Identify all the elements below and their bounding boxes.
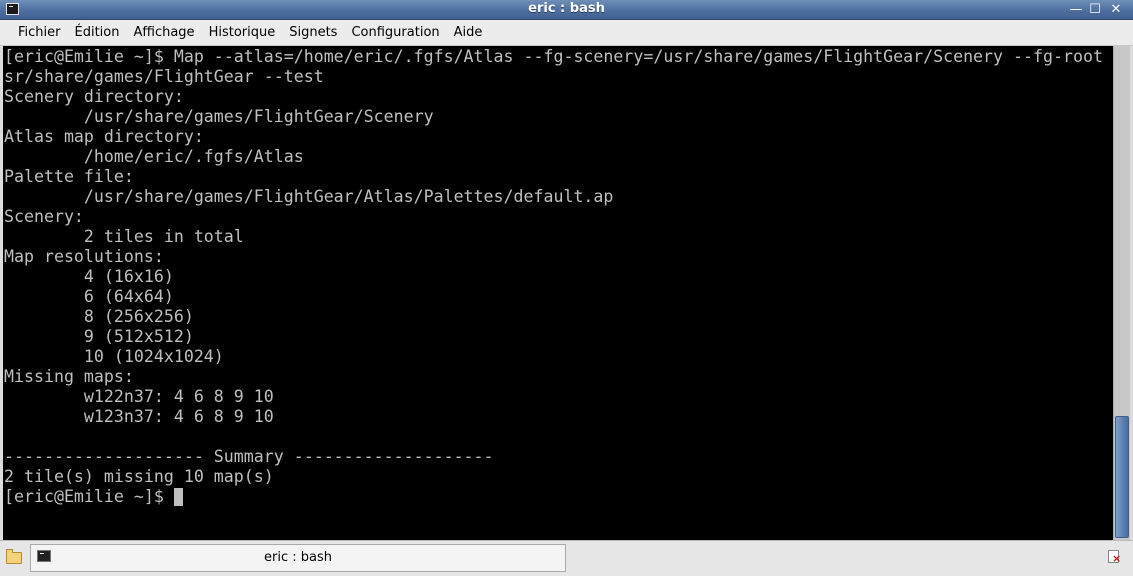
terminal-line: 9 (512x512) [4,327,194,346]
folder-icon[interactable] [6,549,24,565]
menu-bar: Fichier Édition Affichage Historique Sig… [0,20,1133,46]
menu-configuration[interactable]: Configuration [344,21,446,45]
terminal-line: Missing maps: [4,367,134,386]
terminal-line: 2 tiles in total [4,227,244,246]
terminal-line: Atlas map directory: [4,127,204,146]
terminal-line: /usr/share/games/FlightGear/Scenery [4,107,434,126]
terminal-line: 6 (64x64) [4,287,174,306]
terminal-line: sr/share/games/FlightGear --test [4,67,324,86]
terminal-scrollbar[interactable] [1113,46,1130,540]
menu-affichage[interactable]: Affichage [126,21,201,45]
menu-historique[interactable]: Historique [202,21,283,45]
taskbar-task-button[interactable]: eric : bash [30,544,566,572]
menu-fichier[interactable]: Fichier [11,21,68,45]
terminal-line: /usr/share/games/FlightGear/Atlas/Palett… [4,187,614,206]
terminal-line: /home/eric/.fgfs/Atlas [4,147,304,166]
menu-aide[interactable]: Aide [447,21,490,45]
terminal-line: 4 (16x16) [4,267,174,286]
terminal-line: -------------------- Summary -----------… [4,447,494,466]
minimize-button[interactable]: — [1068,2,1084,18]
terminal-prompt-line[interactable]: [eric@Emilie ~]$ [4,487,1103,507]
menu-signets[interactable]: Signets [282,21,344,45]
terminal-line: 2 tile(s) missing 10 map(s) [4,467,274,486]
terminal-prompt: [eric@Emilie ~]$ [4,487,174,506]
terminal-line: 10 (1024x1024) [4,347,224,366]
taskbar: eric : bash × [0,540,1133,576]
terminal-line: w122n37: 4 6 8 9 10 [4,387,274,406]
terminal-output[interactable]: [eric@Emilie ~]$ Map --atlas=/home/eric/… [3,46,1113,540]
terminal-line: Scenery directory: [4,87,184,106]
window-titlebar[interactable]: eric : bash — ☐ ✕ [0,0,1133,20]
terminal-text: [eric@Emilie ~]$ Map --atlas=/home/eric/… [4,47,1103,507]
maximize-button[interactable]: ☐ [1087,2,1103,18]
scrollbar-thumb[interactable] [1115,416,1129,538]
window-title: eric : bash [528,1,605,16]
terminal-line: w123n37: 4 6 8 9 10 [4,407,274,426]
task-label: eric : bash [264,550,332,565]
close-button[interactable]: ✕ [1108,2,1124,18]
text-cursor [173,488,183,506]
terminal-line: Map resolutions: [4,247,164,266]
terminal-line: Scenery: [4,207,84,226]
menu-edition[interactable]: Édition [68,21,127,45]
terminal-line: 8 (256x256) [4,307,194,326]
document-error-icon[interactable]: × [1107,549,1123,565]
terminal-line: [eric@Emilie ~]$ Map --atlas=/home/eric/… [4,47,1103,66]
terminal-line: Palette file: [4,167,134,186]
